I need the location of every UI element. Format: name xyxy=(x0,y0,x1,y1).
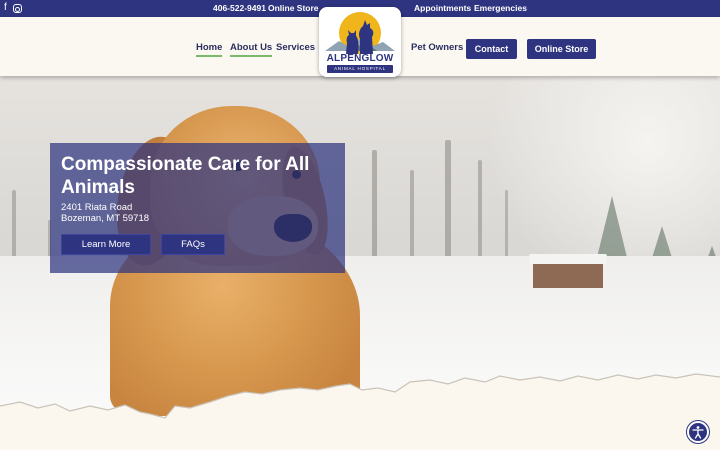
hero-address: 2401 Riata Road Bozeman, MT 59718 xyxy=(61,202,149,224)
hero-card: Compassionate Care for All Animals 2401 … xyxy=(50,143,345,273)
address-line-2: Bozeman, MT 59718 xyxy=(61,213,150,224)
online-store-button[interactable]: Online Store xyxy=(527,39,596,59)
address-line-1: 2401 Riata Road xyxy=(61,202,133,213)
bg-cabin xyxy=(529,254,607,288)
alpenglow-logo[interactable]: ALPENGLOW ANIMAL HOSPITAL xyxy=(319,7,401,77)
nav-services[interactable]: Services xyxy=(276,42,315,53)
nav-pet-owners[interactable]: Pet Owners xyxy=(411,42,463,53)
facebook-icon[interactable]: f xyxy=(4,2,7,14)
logo-sub-text: ANIMAL HOSPITAL xyxy=(327,65,393,73)
emergencies-link[interactable]: Emergencies xyxy=(474,3,527,13)
hero-banner: Compassionate Care for All Animals 2401 … xyxy=(0,76,720,450)
accessibility-figure-icon xyxy=(692,426,704,439)
top-online-store-link[interactable]: Online Store xyxy=(268,3,319,13)
logo-pets-icon xyxy=(346,20,374,54)
phone-link[interactable]: 406-522-9491 xyxy=(213,3,266,13)
hero-heading: Compassionate Care for All Animals xyxy=(61,154,310,198)
logo-brand-text: ALPENGLOW xyxy=(326,53,394,64)
nav-home[interactable]: Home xyxy=(196,42,223,57)
faqs-button[interactable]: FAQs xyxy=(161,234,225,255)
nav-about-us[interactable]: About Us xyxy=(230,42,273,57)
learn-more-button[interactable]: Learn More xyxy=(61,234,151,255)
torn-paper-edge xyxy=(0,373,720,450)
accessibility-icon[interactable] xyxy=(687,421,709,443)
appointments-link[interactable]: Appointments xyxy=(414,3,471,13)
social-links: f xyxy=(4,2,22,14)
contact-button[interactable]: Contact xyxy=(466,39,517,59)
instagram-icon[interactable] xyxy=(12,4,22,13)
